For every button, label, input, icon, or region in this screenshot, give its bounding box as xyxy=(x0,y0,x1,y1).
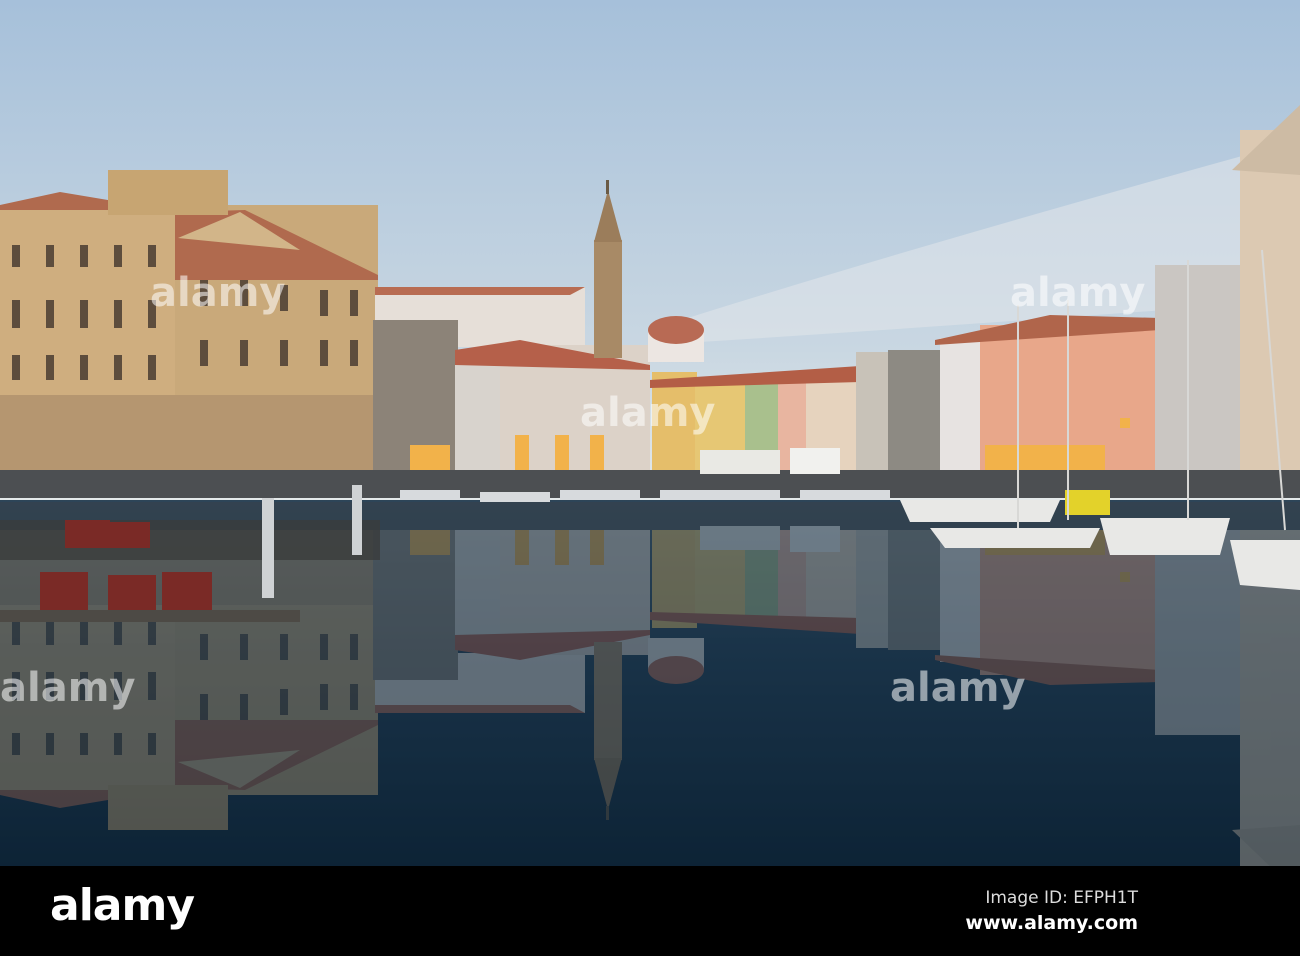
image-id: Image ID: EFPH1T xyxy=(985,888,1138,908)
alamy-logo: alamy xyxy=(50,880,195,931)
photo: alamy alamy alamy alamy alamy alamy Imag… xyxy=(0,0,1300,956)
site-url: www.alamy.com xyxy=(965,912,1138,934)
watermark-text: alamy xyxy=(150,270,286,316)
watermark-text: alamy xyxy=(1010,270,1146,316)
watermark-text: alamy xyxy=(890,665,1026,711)
watermark-text: alamy xyxy=(580,390,716,436)
watermark-footer xyxy=(0,866,1300,956)
watermark-text: alamy xyxy=(0,665,136,711)
